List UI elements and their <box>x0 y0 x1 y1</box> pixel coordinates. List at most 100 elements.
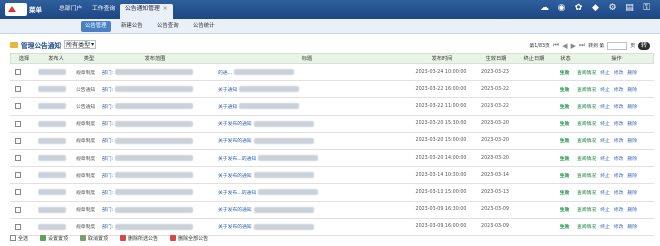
checkbox[interactable] <box>10 235 16 241</box>
title-link[interactable]: 关于发布的通知 <box>218 223 252 230</box>
row-checkbox[interactable] <box>15 69 21 76</box>
previous-page-icon[interactable]: ◀ <box>562 42 567 50</box>
delete-selected-button[interactable]: 删除所选公告 <box>120 235 158 242</box>
row-checkbox[interactable] <box>15 103 21 110</box>
select-all-checkbox[interactable]: 全选 <box>10 235 28 242</box>
delete-link[interactable]: 删除 <box>627 120 637 127</box>
title-link[interactable]: 关于发布的通知 <box>218 172 252 179</box>
subtab-notice-query[interactable]: 公告查询 <box>153 21 183 32</box>
delete-link[interactable]: 删除 <box>627 172 637 179</box>
edit-link[interactable]: 修改 <box>614 172 624 179</box>
cancel-top-button[interactable]: 取消置顶 <box>80 235 108 242</box>
edit-link[interactable]: 修改 <box>614 103 624 110</box>
delete-link[interactable]: 删除 <box>627 137 637 144</box>
view-status-link[interactable]: 查阅情况 <box>577 172 596 179</box>
title-link[interactable]: 关于通知 <box>218 86 237 93</box>
page-number-input[interactable] <box>607 41 628 50</box>
delete-link[interactable]: 删除 <box>627 189 637 196</box>
tab-department-portal[interactable]: 总部门户 <box>54 4 87 19</box>
edit-link[interactable]: 修改 <box>614 206 624 213</box>
view-status-link[interactable]: 查阅情况 <box>577 69 596 76</box>
terminate-link[interactable]: 终止 <box>600 206 610 213</box>
go-button[interactable]: 转 <box>638 41 650 50</box>
terminate-link[interactable]: 终止 <box>600 69 610 76</box>
row-checkbox[interactable] <box>15 189 21 196</box>
row-checkbox[interactable] <box>15 137 21 144</box>
view-status-link[interactable]: 查阅情况 <box>577 120 596 127</box>
view-status-link[interactable]: 查阅情况 <box>577 155 596 162</box>
edit-link[interactable]: 修改 <box>614 189 624 196</box>
view-status-link[interactable]: 查阅情况 <box>577 137 596 144</box>
row-title[interactable]: 关于发布...的通知 <box>206 184 406 200</box>
view-status-link[interactable]: 查阅情况 <box>577 206 596 213</box>
row-title[interactable]: 的通... <box>206 64 406 80</box>
flower-icon[interactable]: ✿ <box>573 3 584 14</box>
title-link[interactable]: 的通... <box>218 69 232 76</box>
title-link[interactable]: 关于通知 <box>218 103 237 110</box>
close-icon[interactable]: × <box>163 6 168 12</box>
terminate-link[interactable]: 终止 <box>600 120 610 127</box>
row-checkbox[interactable] <box>15 120 21 127</box>
delete-link[interactable]: 删除 <box>627 103 637 110</box>
row-checkbox[interactable] <box>15 206 21 213</box>
title-link[interactable]: 关于发布...的通知 <box>218 189 256 196</box>
terminate-link[interactable]: 终止 <box>600 155 610 162</box>
cloud-icon[interactable]: ☁ <box>539 3 550 14</box>
view-status-link[interactable]: 查阅情况 <box>577 189 596 196</box>
subtab-notice-management[interactable]: 公告管理 <box>81 21 111 32</box>
tab-notice-management[interactable]: 公告通知管理 × <box>120 4 173 19</box>
row-checkbox[interactable] <box>15 223 21 230</box>
subtab-new-notice[interactable]: 新建公告 <box>117 21 147 32</box>
title-link[interactable]: 关于发布...的通知 <box>218 155 256 162</box>
edit-link[interactable]: 修改 <box>614 69 624 76</box>
last-page-icon[interactable]: ⏭ <box>579 41 585 50</box>
row-title[interactable]: 关于发布的通知 <box>206 116 406 132</box>
set-top-button[interactable]: 设置置顶 <box>40 235 68 242</box>
terminate-link[interactable]: 终止 <box>600 86 610 93</box>
terminate-link[interactable]: 终止 <box>600 103 610 110</box>
edit-link[interactable]: 修改 <box>614 155 624 162</box>
main-menu-button[interactable]: 菜单 <box>29 4 42 14</box>
type-select[interactable]: 所有类型 ▾ <box>64 40 97 49</box>
delete-link[interactable]: 删除 <box>627 223 637 230</box>
view-status-link[interactable]: 查阅情况 <box>577 103 596 110</box>
key-icon[interactable]: ⚿ <box>641 3 652 14</box>
tab-work-query[interactable]: 工作查询 <box>87 4 120 19</box>
edit-link[interactable]: 修改 <box>614 120 624 127</box>
edit-link[interactable]: 修改 <box>614 137 624 144</box>
row-title[interactable]: 关于通知 <box>206 81 406 97</box>
row-status: 生效 <box>559 87 570 93</box>
delete-link[interactable]: 删除 <box>627 86 637 93</box>
row-title[interactable]: 关于发布的通知 <box>206 133 406 149</box>
view-status-link[interactable]: 查阅情况 <box>577 86 596 93</box>
terminate-link[interactable]: 终止 <box>600 137 610 144</box>
view-status-link[interactable]: 查阅情况 <box>577 223 596 230</box>
first-page-icon[interactable]: ⏮ <box>553 41 559 50</box>
row-checkbox[interactable] <box>15 86 21 93</box>
edit-link[interactable]: 修改 <box>614 86 624 93</box>
document-icon[interactable]: ▤ <box>624 3 635 14</box>
disk-icon[interactable]: ◉ <box>556 3 567 14</box>
row-title[interactable]: 关于发布的通知 <box>206 167 406 183</box>
title-link[interactable]: 关于发布的通知 <box>218 206 252 213</box>
terminate-link[interactable]: 终止 <box>600 189 610 196</box>
terminate-link[interactable]: 终止 <box>600 172 610 179</box>
row-checkbox[interactable] <box>15 172 21 179</box>
terminate-link[interactable]: 终止 <box>600 223 610 230</box>
row-title[interactable]: 关于发布...的通知 <box>206 150 406 166</box>
delete-link[interactable]: 删除 <box>627 206 637 213</box>
app-icon[interactable]: ◆ <box>590 3 601 14</box>
gear-icon[interactable]: ⚙ <box>607 3 618 14</box>
pin-down-icon <box>80 235 87 241</box>
subtab-notice-statistics[interactable]: 公告统计 <box>189 21 219 32</box>
row-title[interactable]: 关于发布的通知 <box>206 202 406 218</box>
delete-all-button[interactable]: 删除全部公告 <box>170 235 208 242</box>
title-link[interactable]: 关于发布的通知 <box>218 120 252 127</box>
row-checkbox[interactable] <box>15 155 21 162</box>
title-link[interactable]: 关于发布的通知 <box>218 137 252 144</box>
edit-link[interactable]: 修改 <box>614 223 624 230</box>
next-page-icon[interactable]: ▶ <box>571 42 576 50</box>
delete-link[interactable]: 删除 <box>627 155 637 162</box>
delete-link[interactable]: 删除 <box>627 69 637 76</box>
row-title[interactable]: 关于通知 <box>206 98 406 114</box>
